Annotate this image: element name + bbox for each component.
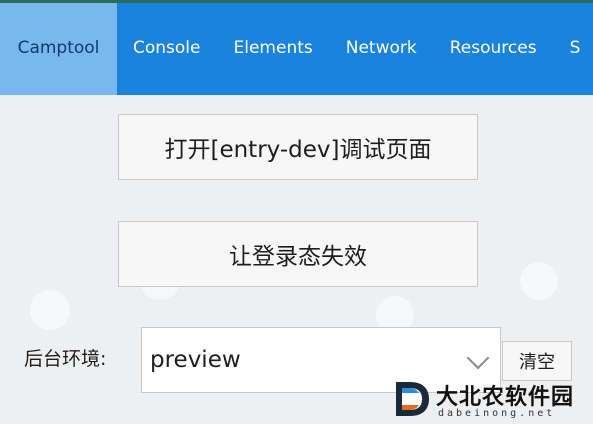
backend-env-label: 后台环境: (24, 348, 107, 370)
watermark-subtitle: dabeinong.net (438, 408, 556, 419)
watermark-title: 大北农软件园 (436, 385, 575, 410)
watermark-logo-icon (396, 382, 429, 416)
tab-camptool[interactable]: Camptool (0, 0, 117, 95)
invalidate-login-button[interactable]: 让登录态失效 (118, 221, 478, 287)
tab-console[interactable]: Console (133, 0, 201, 95)
tab-resources[interactable]: Resources (450, 0, 537, 95)
chevron-down-icon (466, 346, 490, 370)
tab-storage-truncated[interactable]: S (570, 0, 581, 95)
camptool-screen: Camptool Console Elements Network Resour… (0, 0, 593, 424)
clear-button[interactable]: 清空 (502, 341, 572, 381)
tab-bar-top-line (0, 0, 593, 3)
tab-network[interactable]: Network (346, 0, 417, 95)
tab-bar: Camptool Console Elements Network Resour… (0, 0, 593, 95)
watermark: 大北农软件园 dabeinong.net (392, 378, 592, 422)
background-decoration (30, 290, 70, 330)
open-debug-page-button[interactable]: 打开[entry-dev]调试页面 (118, 114, 478, 180)
backend-env-selected-value: preview (150, 347, 241, 373)
tab-elements[interactable]: Elements (234, 0, 313, 95)
background-decoration (520, 262, 558, 300)
